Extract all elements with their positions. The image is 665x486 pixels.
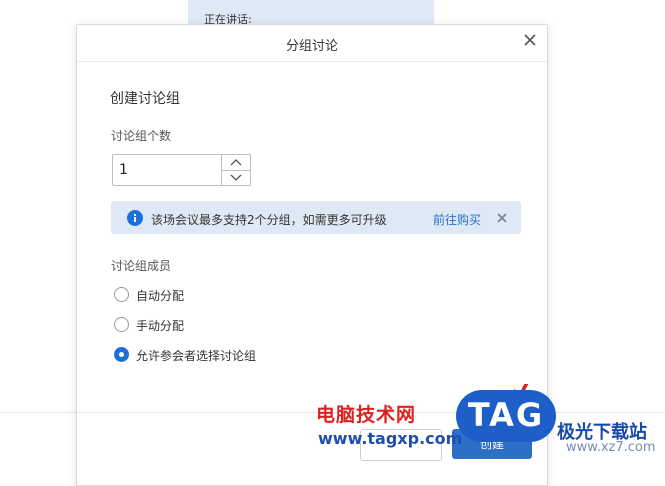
watermark-url: www.tagxp.com: [318, 429, 463, 448]
dialog-header: 分组讨论: [77, 25, 547, 62]
watermark-tag-text: TAG: [467, 396, 545, 434]
decrement-button[interactable]: [222, 170, 250, 185]
radio-manual-assign[interactable]: 手动分配: [114, 316, 354, 334]
watermark-tag-logo: TAG: [456, 390, 556, 442]
group-count-label: 讨论组个数: [111, 129, 172, 143]
background-divider-left: [0, 412, 77, 413]
section-title: 创建讨论组: [110, 91, 180, 107]
upgrade-notice: 该场会议最多支持2个分组，如需更多可升级 前往购买: [111, 201, 521, 234]
close-button[interactable]: [519, 29, 541, 51]
group-count-stepper[interactable]: 1: [112, 154, 251, 186]
radio-label: 手动分配: [136, 319, 185, 333]
increment-button[interactable]: [222, 155, 250, 171]
radio-button[interactable]: [114, 317, 129, 332]
group-count-value[interactable]: 1: [119, 162, 128, 178]
notice-message: 该场会议最多支持2个分组，如需更多可升级: [151, 213, 387, 227]
radio-button[interactable]: [114, 287, 129, 302]
radio-label: 自动分配: [136, 289, 185, 303]
radio-label: 允许参会者选择讨论组: [136, 349, 257, 363]
radio-participant-choose[interactable]: 允许参会者选择讨论组: [114, 346, 354, 364]
buy-link[interactable]: 前往购买: [433, 211, 481, 228]
chevron-down-icon: [230, 174, 242, 181]
dismiss-notice-icon[interactable]: [495, 211, 509, 225]
chevron-up-icon: [230, 159, 242, 166]
watermark-url-2: www.xz7.com: [566, 440, 656, 455]
info-icon: [127, 210, 143, 226]
radio-auto-assign[interactable]: 自动分配: [114, 286, 354, 304]
stepper-buttons: [221, 155, 250, 185]
dialog-title: 分组讨论: [285, 39, 338, 54]
watermark: 电脑技术网 www.tagxp.com TAG 极光下载站 www.xz7.co…: [308, 384, 665, 469]
members-label: 讨论组成员: [111, 259, 172, 273]
close-icon: [524, 34, 536, 46]
radio-button-selected[interactable]: [114, 347, 129, 362]
watermark-cn: 电脑技术网: [316, 404, 417, 426]
